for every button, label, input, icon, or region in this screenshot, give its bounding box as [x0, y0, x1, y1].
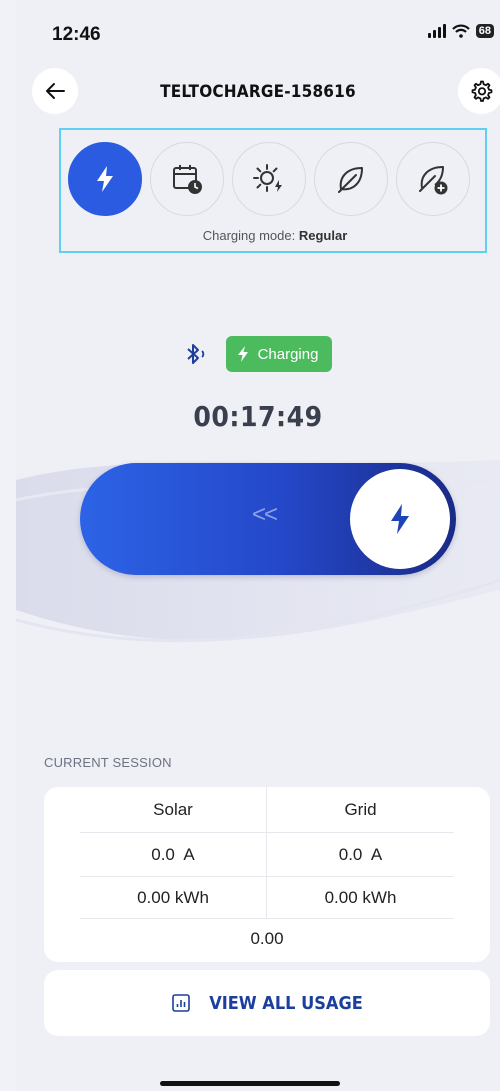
- session-energy-row: 0.00 kWh 0.00 kWh: [80, 876, 454, 919]
- status-bar: 12:46 68: [16, 0, 500, 60]
- gear-icon: [471, 80, 493, 102]
- lightning-icon: [97, 166, 113, 192]
- leaf-plus-icon: [419, 166, 448, 195]
- grid-header: Grid: [344, 799, 377, 819]
- stop-charging-slider[interactable]: <<: [80, 463, 456, 575]
- session-header-row: Solar Grid: [80, 786, 454, 833]
- leaf-icon: [338, 167, 363, 193]
- wifi-icon: [451, 24, 470, 38]
- bar-chart-icon: [172, 994, 190, 1012]
- solar-header: Solar: [80, 786, 267, 833]
- charging-mode-prefix: Charging mode:: [202, 228, 299, 243]
- lightning-icon: [237, 346, 248, 362]
- battery-level: 68: [475, 24, 494, 38]
- charging-status-text: Charging: [257, 345, 319, 363]
- app-screen: 12:46 68 TELTOCHARGE-158616 Charging mod…: [16, 0, 500, 1091]
- connection-status-row: Charging: [16, 336, 500, 372]
- page-title: TELTOCHARGE-158616: [160, 82, 356, 102]
- mode-eco-button[interactable]: [314, 142, 388, 216]
- current-session-label: CURRENT SESSION: [44, 755, 172, 770]
- session-current-row: 0.0 A 0.0 A: [80, 832, 454, 877]
- mode-regular-button[interactable]: [68, 142, 142, 216]
- session-total: 0.00: [250, 929, 284, 948]
- charging-mode-value: Regular: [298, 228, 348, 243]
- cellular-signal-icon: [427, 24, 446, 38]
- grid-energy: 0.00 kWh: [324, 887, 397, 907]
- header: TELTOCHARGE-158616: [16, 66, 500, 116]
- session-summary-card: Solar Grid 0.0 A 0.0 A 0.00 kWh 0.00 kWh…: [44, 786, 490, 962]
- slider-hint-arrows: <<: [252, 501, 278, 528]
- settings-button[interactable]: [458, 68, 500, 114]
- grid-current: 0.0 A: [338, 844, 383, 864]
- mode-solar-button[interactable]: [232, 142, 306, 216]
- calendar-clock-icon: [173, 165, 202, 194]
- view-all-usage-label: VIEW ALL USAGE: [209, 992, 363, 1014]
- mode-scheduled-button[interactable]: [150, 142, 224, 216]
- charging-timer: 00:17:49: [193, 400, 323, 433]
- slider-knob[interactable]: [350, 469, 450, 569]
- mode-buttons: [68, 142, 470, 216]
- charging-mode-selector: Charging mode: Regular: [59, 128, 487, 253]
- charging-mode-caption: Charging mode: Regular: [61, 228, 489, 243]
- solar-current: 0.0 A: [80, 832, 267, 877]
- status-time: 12:46: [52, 24, 101, 45]
- charging-status-badge: Charging: [225, 336, 333, 372]
- mode-eco-plus-button[interactable]: [396, 142, 470, 216]
- home-indicator: [160, 1081, 340, 1086]
- solar-energy: 0.00 kWh: [80, 876, 267, 919]
- sun-lightning-icon: [253, 164, 282, 192]
- bluetooth-icon: [186, 344, 204, 364]
- status-icons: 68: [427, 24, 494, 38]
- lightning-icon: [391, 504, 409, 534]
- view-all-usage-button[interactable]: VIEW ALL USAGE: [44, 970, 490, 1036]
